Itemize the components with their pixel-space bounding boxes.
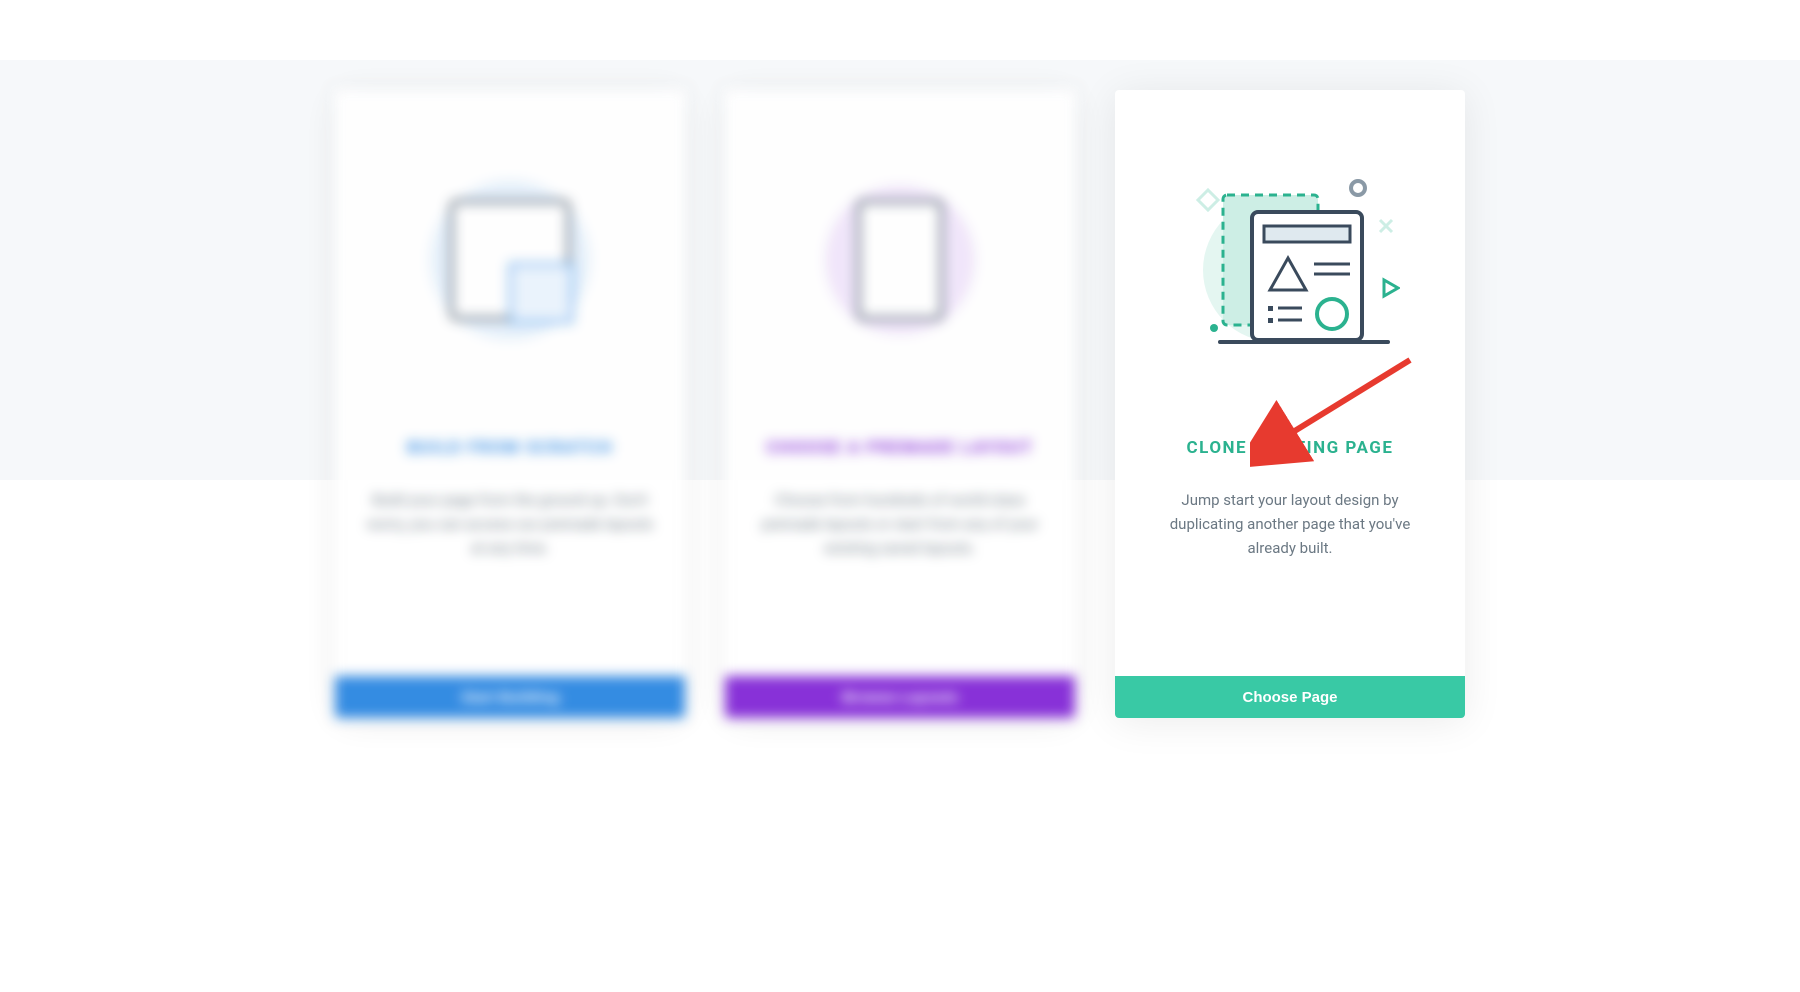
card-clone-existing-page[interactable]: CLONE EXISTING PAGE Jump start your layo…	[1115, 90, 1465, 718]
premade-layout-illustration	[790, 160, 1010, 360]
card-title: BUILD FROM SCRATCH	[407, 438, 613, 458]
card-description: Jump start your layout design by duplica…	[1141, 488, 1439, 560]
choose-page-button[interactable]: Choose Page	[1115, 676, 1465, 718]
build-scratch-illustration	[400, 160, 620, 360]
card-description: Choose from hundreds of world-class prem…	[751, 488, 1049, 560]
card-build-from-scratch[interactable]: BUILD FROM SCRATCH Build your page from …	[335, 90, 685, 718]
options-card-row: BUILD FROM SCRATCH Build your page from …	[0, 0, 1800, 718]
card-title: CLONE EXISTING PAGE	[1187, 438, 1394, 458]
card-title: CHOOSE A PREMADE LAYOUT	[766, 438, 1033, 458]
start-building-button[interactable]: Start Building	[335, 676, 685, 718]
card-description: Build your page from the ground up. Don'…	[361, 488, 659, 560]
browse-layouts-button[interactable]: Browse Layouts	[725, 676, 1075, 718]
clone-page-illustration	[1180, 160, 1400, 360]
card-choose-premade-layout[interactable]: CHOOSE A PREMADE LAYOUT Choose from hund…	[725, 90, 1075, 718]
